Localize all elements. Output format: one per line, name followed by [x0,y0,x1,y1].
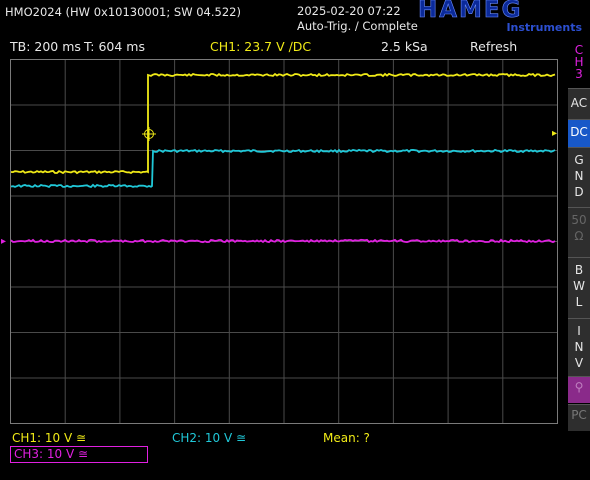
mean-measurement: Mean: ? [323,431,370,445]
ch2-trace [10,148,556,189]
pc-button[interactable]: PC [568,404,590,431]
ch3-scale-label[interactable]: CH3: 10 V ≅ [10,446,148,463]
active-channel-indicator: C H 3 [574,43,584,81]
coupling-dc-button[interactable]: DC [568,119,590,150]
ch1-trace [10,72,556,175]
bandwidth-limit-button[interactable]: B W L [568,257,590,320]
ch2-scale-label[interactable]: CH2: 10 V ≅ [172,431,246,445]
trigger-position-marker [142,127,156,141]
probe-icon: ⚲ [574,380,584,394]
ch3-ground-marker: ▸ [1,236,6,247]
trigger-level-marker: ▸ [552,128,557,139]
waveform-display: ▸ ▸ [1,59,558,424]
impedance-50-ohm-button[interactable]: 50 Ω [568,207,590,258]
invert-button[interactable]: I N V [568,318,590,377]
ch1-scale-label[interactable]: CH1: 10 V ≅ [12,431,86,445]
coupling-gnd-button[interactable]: G N D [568,147,590,208]
probe-button[interactable]: ⚲ [568,376,590,403]
